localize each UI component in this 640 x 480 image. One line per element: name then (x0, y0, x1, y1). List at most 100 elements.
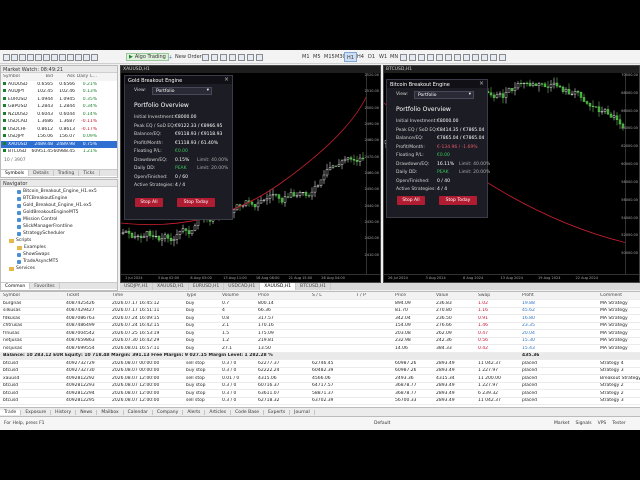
market-watch-tab-ticks[interactable]: Ticks (79, 170, 100, 176)
chart-tab[interactable]: USDJPY,H1 (120, 283, 153, 290)
vps-button[interactable]: VPS (598, 421, 607, 426)
market-watch-row[interactable]: USDJPY 156.06 156.07 0.09% (1, 133, 117, 141)
position-row[interactable]: fdkusas 4087086763 2026.07.24 16:09:15 buy 0… (0, 315, 640, 323)
candle-body (268, 194, 272, 199)
navigator-tab-favorites[interactable]: Favorites (30, 283, 60, 289)
toolbox-tab-history[interactable]: History (51, 409, 77, 415)
navigator-item[interactable]: ShowSwaps (1, 251, 117, 258)
candle-body (549, 84, 553, 88)
market-watch-row[interactable]: AUDJPY 102.45 102.46 0.13% (1, 88, 117, 96)
cell-4: 0.8 (222, 315, 230, 321)
price-tick: 2470.00 (364, 154, 379, 159)
signals-button[interactable]: Signals (575, 421, 591, 426)
close-icon[interactable]: × (224, 76, 229, 83)
navigator-item[interactable]: TradeAsyncMT5 (1, 258, 117, 265)
position-row[interactable]: silkusas 4087429427 2026.07.17 16:51:11 buy… (0, 307, 640, 315)
position-row[interactable]: chtrusas 4087486499 2026.07.24 16:42:15 buy… (0, 322, 640, 330)
position-row[interactable]: burgnas 4087425426 2026.07.17 16:45:12 buy 0… (0, 300, 640, 308)
trade-header[interactable]: Symbol Ticket Time Type Volume Price S / L T / … (0, 292, 640, 300)
toolbox-tab-company[interactable]: Company (153, 409, 184, 415)
toolbox-tab-news[interactable]: News (76, 409, 98, 415)
navigator-item[interactable]: BTCBreakoutEngine (1, 195, 117, 202)
navigator-item[interactable]: SlickManagerFrontline (1, 223, 117, 230)
market-watch-row[interactable]: GBPUSD 1.2843 1.2844 0.34% (1, 103, 117, 111)
chart-tab[interactable]: BTCUSD,H1 (296, 283, 332, 290)
position-row[interactable]: frnusas 4087004542 2026.07.25 16:53:19 buy 1… (0, 330, 640, 338)
market-button[interactable]: Market (554, 421, 569, 426)
order-row[interactable]: xauusd 4092812292 2026.08.07 12:00:00 sell … (0, 375, 640, 383)
tester-button[interactable]: Tester (612, 421, 625, 426)
navigator-item[interactable]: GoldBreakoutEngineMT5 (1, 209, 117, 216)
symbol-cell: EURUSD (3, 96, 31, 102)
col-symbol[interactable]: Symbol (3, 74, 31, 79)
market-watch-row[interactable]: NZDUSD 0.6043 0.6044 0.14% (1, 111, 117, 119)
navigator-tab-common[interactable]: Common (1, 283, 31, 289)
stop-all-button[interactable]: Stop All (135, 198, 163, 207)
view-select[interactable]: Portfolio ▾ (414, 91, 474, 99)
candle-body (265, 198, 269, 201)
position-row[interactable]: nssjusas 4087699554 2026.08.01 16:57:11 buy… (0, 345, 640, 353)
toolbox-tab-mailbox[interactable]: Mailbox (97, 409, 124, 415)
order-row[interactable]: btcusd 4092732729 2026.08.07 00:00:00 sell … (0, 360, 640, 368)
timeframe-m5[interactable]: M5 (311, 52, 323, 62)
order-row[interactable]: btcusd 4092812295 2026.08.07 12:00:00 sell … (0, 397, 640, 405)
view-select[interactable]: Portfolio ▾ (152, 87, 212, 95)
navigator-item[interactable]: Services (1, 265, 117, 272)
stop-today-button[interactable]: Stop Today (177, 198, 215, 207)
market-watch-tab-details[interactable]: Details (29, 170, 54, 176)
timeframe-mn[interactable]: MN (388, 52, 400, 62)
market-watch-row[interactable]: AUDUSD 0.6565 0.6566 0.21% (1, 81, 117, 89)
dashboard-title: Bitcoin Breakout Engine (387, 80, 487, 88)
stop-today-button[interactable]: Stop Today (439, 196, 477, 205)
toolbox-tab-alerts[interactable]: Alerts (183, 409, 206, 415)
order-row[interactable]: btcusd 4092812293 2026.08.07 12:00:00 buy s… (0, 382, 640, 390)
toolbox-tab-exposure[interactable]: Exposure (21, 409, 52, 415)
chart-tab[interactable]: USDCAD,H1 (224, 283, 261, 290)
toolbox-tab-experts[interactable]: Experts (264, 409, 291, 415)
timeframe-d1[interactable]: D1 (366, 52, 377, 62)
ask-cell: 102.46 (59, 89, 75, 95)
navigator-item[interactable]: Examples (1, 244, 117, 251)
chart-tab[interactable]: EURUSD,H1 (189, 283, 225, 290)
cell-9: 2893.49 (436, 390, 455, 396)
navigator-item[interactable]: StrategyScheduler (1, 230, 117, 237)
market-watch-row[interactable]: XAUUSD 2489.48 2489.98 0.75% (1, 140, 117, 148)
toolbox-tab-calendar[interactable]: Calendar (124, 409, 153, 415)
navigator-item[interactable]: Scripts (1, 237, 117, 244)
toolbar-icons-left[interactable] (3, 53, 98, 61)
chart-btcusd[interactable]: BTCUSD,H1 70000.00 68000.00 66000.00 64000.0… (383, 65, 640, 283)
order-row[interactable]: btcusd 4092732730 2026.08.07 00:00:00 buy s… (0, 367, 640, 375)
col-bid[interactable]: Bid (31, 74, 53, 79)
close-icon[interactable]: × (479, 80, 484, 87)
cell-5: 219.81 (258, 338, 274, 344)
chart-tab[interactable]: XAUUSD,H1 (153, 283, 189, 290)
navigator-item[interactable]: Mission Control (1, 216, 117, 223)
toolbox-tab-trade[interactable]: Trade (0, 409, 22, 415)
market-watch-tab-trading[interactable]: Trading (54, 170, 80, 176)
market-watch-row[interactable]: EURUSD 1.0944 1.0945 0.35% (1, 96, 117, 104)
position-row[interactable]: netjusas 4087659863 2026.07.30 16:42:29 buy… (0, 337, 640, 345)
toolbox-tab-articles[interactable]: Articles (205, 409, 232, 415)
order-row[interactable]: btcusd 4092812294 2026.08.07 12:00:00 buy s… (0, 390, 640, 398)
navigator-item[interactable]: Bitcoin_Breakout_Engine_H1.ex5 (1, 188, 117, 195)
navigator-item[interactable]: Gold_Breakout_Engine_H1.ex5 (1, 202, 117, 209)
chart-tab[interactable]: XAUUSD,H1 (260, 283, 297, 290)
col-daily-change[interactable]: Daily C... (75, 74, 97, 79)
candle-body (196, 219, 200, 227)
market-watch-row[interactable]: BTCUSD 60951.45 60988.45 1.21% (1, 148, 117, 156)
toolbar-icons-right[interactable] (400, 53, 506, 61)
chart-tools[interactable] (202, 53, 263, 61)
chart-xauusd[interactable]: XAUUSD,H1 2520.00 2510.00 2500.00 2490.00 248… (120, 65, 381, 283)
stop-all-button[interactable]: Stop All (397, 196, 425, 205)
toolbox-tab-journal[interactable]: Journal (290, 409, 315, 415)
timeframe-m1[interactable]: M1 (300, 52, 312, 62)
market-watch-tab-symbols[interactable]: Symbols (1, 170, 30, 176)
timeframe-h4[interactable]: H4 (355, 52, 366, 62)
stat-label: Daily DD: (396, 170, 418, 175)
col-ask[interactable]: Ask (53, 74, 75, 79)
toolbox-tab-code-base[interactable]: Code Base (231, 409, 265, 415)
market-watch-row[interactable]: USDCAD 1.3686 1.3687 -0.11% (1, 118, 117, 126)
new-order-button[interactable]: ＋ New Order (166, 53, 204, 61)
algo-trading-button[interactable]: ▶ Algo Trading (126, 53, 169, 61)
market-watch-row[interactable]: USDCHF 0.8612 0.8613 -0.17% (1, 126, 117, 134)
